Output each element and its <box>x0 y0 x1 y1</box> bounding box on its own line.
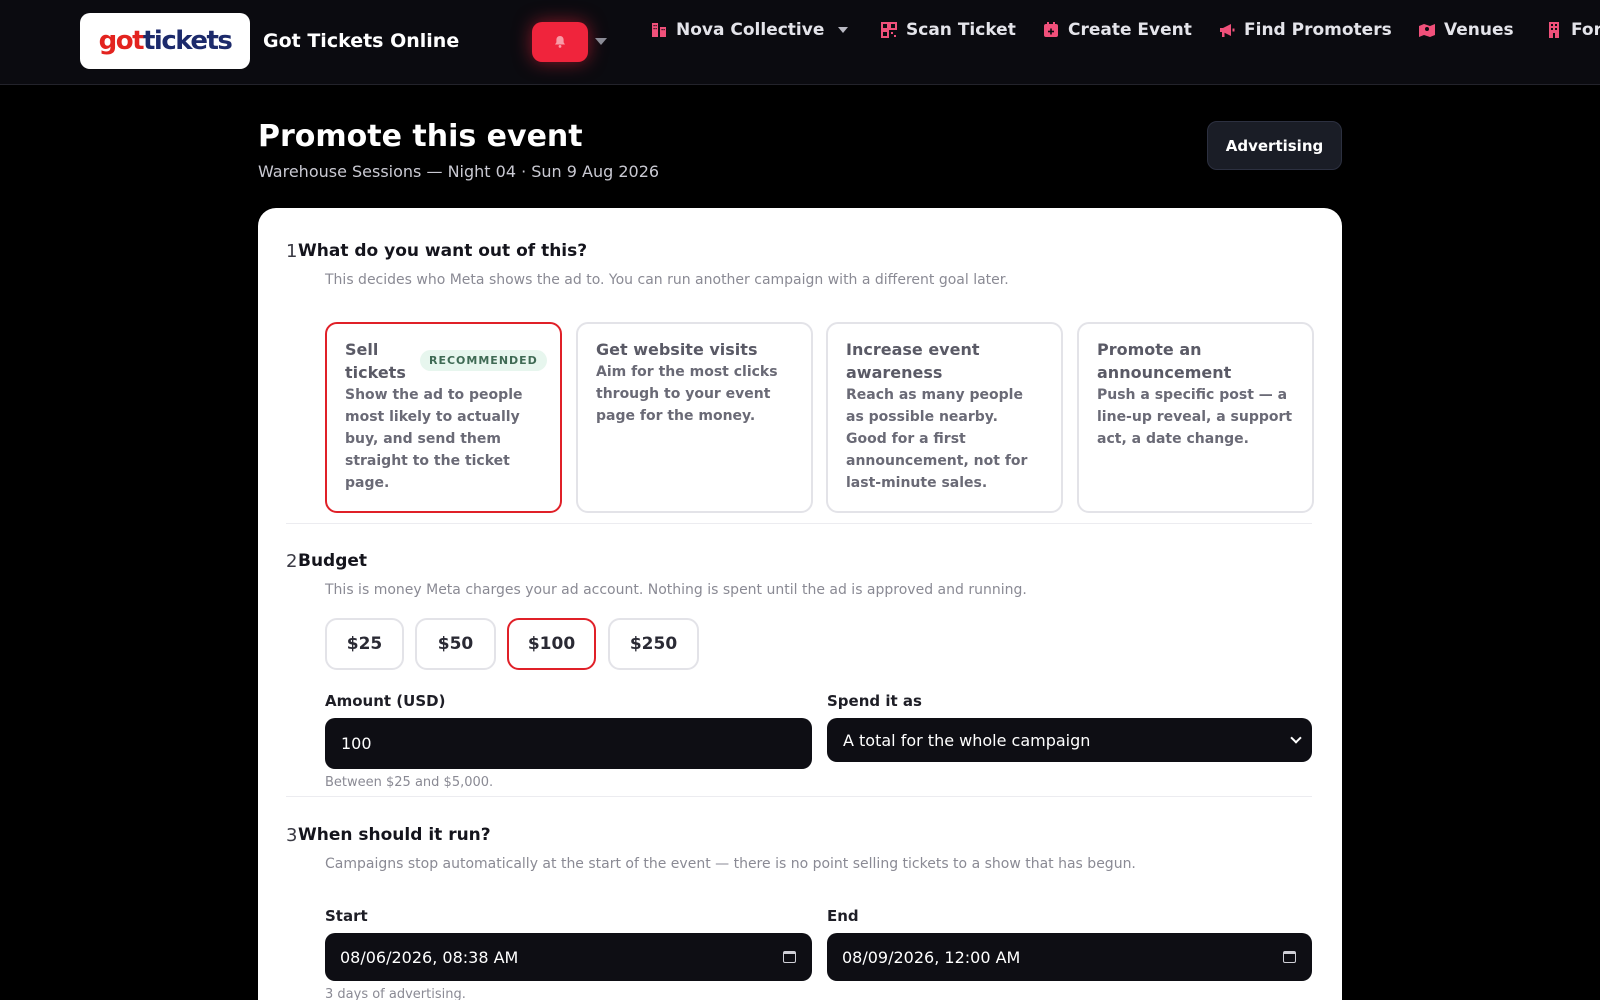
nav-item-label: For <box>1571 20 1600 40</box>
start-value: 08/06/2026, 08:38 AM <box>340 947 519 967</box>
goal-option-event-awareness[interactable]: Increase event awareness Reach as many p… <box>826 322 1063 513</box>
qr-code-icon <box>881 22 897 38</box>
calendar-icon[interactable] <box>1283 951 1296 963</box>
nav-item-label: Create Event <box>1068 20 1192 40</box>
advertising-button[interactable]: Advertising <box>1207 121 1342 170</box>
nav-item-label: Find Promoters <box>1244 20 1392 40</box>
goal-option-title: Sell tickets <box>345 340 406 382</box>
nav-item-label: Scan Ticket <box>906 20 1016 40</box>
amount-label: Amount (USD) <box>325 692 446 710</box>
amount-hint: Between $25 and $5,000. <box>325 775 494 790</box>
nav-item-label: Venues <box>1444 20 1514 40</box>
amount-input[interactable]: 100 <box>325 718 812 769</box>
step-title: Budget <box>298 551 368 571</box>
promote-form-card: 1 What do you want out of this? This dec… <box>258 208 1342 1000</box>
goal-option-description: Push a specific post — a line-up reveal,… <box>1097 387 1293 447</box>
nav-org-switcher[interactable]: Nova Collective <box>650 19 849 41</box>
logo-wordmark: gottickets <box>98 26 233 56</box>
amount-value: 100 <box>341 734 372 753</box>
chevron-down-icon <box>1290 732 1302 744</box>
building-icon <box>652 23 666 37</box>
step-title: When should it run? <box>298 825 491 845</box>
megaphone-icon <box>1220 24 1235 37</box>
calendar-plus-icon <box>1044 22 1058 37</box>
budget-preset-50[interactable]: $50 <box>415 618 496 670</box>
step-number: 3 <box>286 825 298 846</box>
goal-option-announcement[interactable]: Promote an announcement Push a specific … <box>1077 322 1314 513</box>
goal-option-website-visits[interactable]: Get website visits Aim for the most clic… <box>576 322 813 513</box>
goal-option-description: Reach as many people as possible nearby.… <box>846 387 1028 491</box>
section-divider <box>286 796 1312 797</box>
notifications-button[interactable] <box>532 22 588 62</box>
event-subtitle: Warehouse Sessions — Night 04 · Sun 9 Au… <box>258 162 660 181</box>
step-description: This is money Meta charges your ad accou… <box>325 582 1027 598</box>
bell-icon <box>555 36 565 48</box>
calendar-icon[interactable] <box>783 951 796 963</box>
budget-preset-100[interactable]: $100 <box>507 618 596 670</box>
end-value: 08/09/2026, 12:00 AM <box>842 947 1021 967</box>
step-number: 1 <box>286 241 298 262</box>
brand-name[interactable]: Got Tickets Online <box>263 30 459 52</box>
end-label: End <box>827 907 859 925</box>
notifications-dropdown-caret-icon[interactable] <box>595 38 607 45</box>
map-icon <box>1419 24 1435 37</box>
chevron-down-icon <box>838 27 849 33</box>
page-title: Promote this event <box>258 119 583 154</box>
section-divider <box>286 523 1312 524</box>
office-building-icon <box>1549 22 1559 38</box>
budget-preset-25[interactable]: $25 <box>325 618 404 670</box>
spend-label: Spend it as <box>827 692 922 710</box>
goal-option-title: Promote an announcement <box>1097 340 1232 382</box>
duration-hint: 3 days of advertising. <box>325 987 466 1000</box>
end-datetime-input[interactable]: 08/09/2026, 12:00 AM <box>827 933 1312 981</box>
goal-option-sell-tickets[interactable]: Sell tickets RECOMMENDED Show the ad to … <box>325 322 562 513</box>
goal-option-description: Show the ad to people most likely to act… <box>345 387 523 491</box>
spend-select[interactable]: A total for the whole campaign <box>827 718 1312 762</box>
start-label: Start <box>325 907 368 925</box>
step-description: This decides who Meta shows the ad to. Y… <box>325 272 1009 288</box>
step-description: Campaigns stop automatically at the star… <box>325 856 1136 872</box>
goal-option-title: Get website visits <box>596 340 758 359</box>
goal-option-description: Aim for the most clicks through to your … <box>596 364 778 424</box>
goal-option-title: Increase event awareness <box>846 340 980 382</box>
nav-venues[interactable]: Venues <box>1418 19 1514 41</box>
start-datetime-input[interactable]: 08/06/2026, 08:38 AM <box>325 933 812 981</box>
nav-create-event[interactable]: Create Event <box>1042 19 1192 41</box>
spend-value: A total for the whole campaign <box>843 730 1091 750</box>
nav-scan-ticket[interactable]: Scan Ticket <box>880 19 1016 41</box>
logo[interactable]: gottickets <box>80 13 250 69</box>
budget-preset-250[interactable]: $250 <box>608 618 699 670</box>
step-number: 2 <box>286 551 298 572</box>
nav-find-promoters[interactable]: Find Promoters <box>1218 19 1392 41</box>
step-title: What do you want out of this? <box>298 241 588 261</box>
nav-more[interactable]: For <box>1545 19 1600 41</box>
top-nav: gottickets Got Tickets Online Nova Colle… <box>0 0 1600 85</box>
nav-item-label: Nova Collective <box>676 20 825 40</box>
recommended-badge: RECOMMENDED <box>420 350 547 371</box>
